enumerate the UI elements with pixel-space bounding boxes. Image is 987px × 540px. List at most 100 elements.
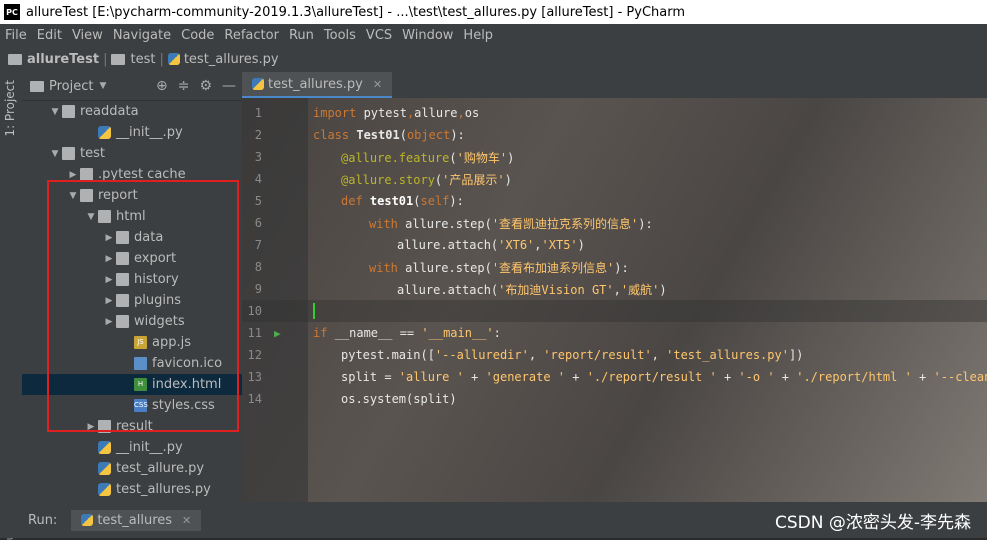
menu-run[interactable]: Run bbox=[284, 28, 319, 43]
code-text: allure.attach('XT6','XT5') bbox=[397, 238, 585, 252]
py-file-icon bbox=[98, 462, 111, 475]
line-number: 6 bbox=[254, 216, 262, 230]
code-line[interactable]: 5 def test01(self): bbox=[242, 190, 987, 212]
watermark: CSDN @浓密头发-李先森 bbox=[774, 513, 971, 533]
menu-vcs[interactable]: VCS bbox=[361, 28, 397, 43]
menu-bar: File Edit View Navigate Code Refactor Run Tools… bbox=[0, 24, 987, 46]
run-tab[interactable]: test_allures ✕ bbox=[71, 509, 202, 531]
run-label: Run: bbox=[28, 512, 58, 528]
code-text: os.system(split) bbox=[341, 392, 457, 406]
code-line[interactable]: 13 split = 'allure ' + 'generate ' + './r… bbox=[242, 366, 987, 388]
tree-item[interactable]: ▼ readdata bbox=[22, 101, 242, 122]
py-file-icon bbox=[98, 126, 111, 139]
tree-item-label: __init__.py bbox=[116, 125, 183, 140]
python-file-icon bbox=[252, 78, 264, 90]
menu-navigate[interactable]: Navigate bbox=[108, 28, 176, 43]
tree-item-label: __init__.py bbox=[116, 440, 183, 455]
gear-icon[interactable]: ⚙ bbox=[199, 78, 212, 94]
code-text: with allure.step('查看布加迪系列信息'): bbox=[369, 260, 629, 275]
breadcrumb-project[interactable]: allureTest bbox=[8, 52, 99, 67]
breadcrumb-test[interactable]: test bbox=[111, 52, 155, 67]
line-number: 1 bbox=[254, 106, 262, 120]
py-file-icon bbox=[98, 441, 111, 454]
line-number: 11 bbox=[247, 326, 262, 340]
folder-file-icon bbox=[62, 105, 75, 118]
run-icon[interactable]: ▶ bbox=[274, 327, 281, 340]
code-line[interactable]: 3 @allure.feature('购物车') bbox=[242, 146, 987, 168]
menu-edit[interactable]: Edit bbox=[32, 28, 67, 43]
code-text: allure.attach('布加迪Vision GT','威航') bbox=[397, 282, 667, 297]
breadcrumb: allureTest | test | test_allures.py bbox=[0, 46, 987, 73]
menu-help[interactable]: Help bbox=[458, 28, 498, 43]
line-number: 14 bbox=[247, 392, 262, 406]
line-number: 9 bbox=[254, 282, 262, 296]
code-text: class Test01(object): bbox=[313, 128, 465, 142]
pycharm-logo-icon: PC bbox=[4, 4, 20, 20]
chevron-down-icon[interactable]: ▼ bbox=[48, 107, 62, 117]
line-number: 5 bbox=[254, 194, 262, 208]
code-text: import pytest,allure,os bbox=[313, 106, 480, 120]
close-icon[interactable]: ✕ bbox=[182, 514, 191, 527]
code-line[interactable]: 10 bbox=[242, 300, 987, 322]
collapse-all-icon[interactable]: ≑ bbox=[178, 78, 190, 94]
tree-item-label: test_allures.py bbox=[116, 482, 211, 497]
code-area[interactable]: 1 import pytest,allure,os 2 class Test01(ob… bbox=[242, 102, 987, 410]
line-number: 12 bbox=[247, 348, 262, 362]
menu-view[interactable]: View bbox=[67, 28, 108, 43]
code-editor[interactable]: test_allures.py ✕ 1 import pytest,allure,… bbox=[242, 72, 987, 502]
code-line[interactable]: 2 class Test01(object): bbox=[242, 124, 987, 146]
tree-item-label: test bbox=[80, 146, 105, 161]
close-icon[interactable]: ✕ bbox=[373, 78, 382, 91]
project-tool-tab[interactable]: 1: Project bbox=[3, 80, 17, 137]
code-line[interactable]: 9 allure.attach('布加迪Vision GT','威航') bbox=[242, 278, 987, 300]
menu-code[interactable]: Code bbox=[176, 28, 219, 43]
left-tool-strip bbox=[0, 72, 23, 538]
tree-item-label: readdata bbox=[80, 104, 139, 119]
code-text: pytest.main(['--alluredir', 'report/resu… bbox=[341, 348, 804, 362]
hide-panel-icon[interactable]: — bbox=[222, 78, 236, 94]
code-text: @allure.story('产品展示') bbox=[341, 172, 512, 187]
menu-file[interactable]: File bbox=[0, 28, 32, 43]
code-line[interactable]: 12 pytest.main(['--alluredir', 'report/re… bbox=[242, 344, 987, 366]
scroll-from-source-icon[interactable]: ⊕ bbox=[156, 78, 168, 94]
code-text bbox=[313, 303, 315, 319]
menu-tools[interactable]: Tools bbox=[319, 28, 361, 43]
tree-item[interactable]: test_allures.py bbox=[22, 479, 242, 500]
tree-item[interactable]: __init__.py bbox=[22, 437, 242, 458]
window-title: allureTest [E:\pycharm-community-2019.1.… bbox=[26, 4, 686, 20]
code-line[interactable]: 4 @allure.story('产品展示') bbox=[242, 168, 987, 190]
breadcrumb-separator: | bbox=[159, 51, 164, 67]
folder-file-icon bbox=[62, 147, 75, 160]
chevron-down-icon[interactable]: ▼ bbox=[99, 81, 106, 91]
code-line[interactable]: 6 with allure.step('查看凯迪拉克系列的信息'): bbox=[242, 212, 987, 234]
code-line[interactable]: 7 allure.attach('XT6','XT5') bbox=[242, 234, 987, 256]
line-number: 8 bbox=[254, 260, 262, 274]
folder-icon bbox=[8, 53, 22, 65]
chevron-down-icon[interactable]: ▼ bbox=[48, 149, 62, 159]
code-line[interactable]: 1 import pytest,allure,os bbox=[242, 102, 987, 124]
project-view-icon bbox=[30, 80, 44, 92]
code-line[interactable]: 14 os.system(split) bbox=[242, 388, 987, 410]
breadcrumb-file[interactable]: test_allures.py bbox=[167, 52, 279, 67]
line-number: 10 bbox=[247, 304, 262, 318]
breadcrumb-separator: | bbox=[103, 51, 108, 67]
highlight-box bbox=[47, 180, 239, 432]
py-file-icon bbox=[98, 483, 111, 496]
chevron-right-icon[interactable]: ▶ bbox=[66, 170, 80, 180]
editor-tab[interactable]: test_allures.py ✕ bbox=[242, 72, 393, 98]
project-panel-header: Project ▼ ⊕ ≑ ⚙ — bbox=[22, 72, 242, 101]
tree-item-label: test_allure.py bbox=[116, 461, 205, 476]
python-file-icon bbox=[81, 514, 94, 526]
code-line[interactable]: 11 ▶ if __name__ == '__main__': bbox=[242, 322, 987, 344]
menu-window[interactable]: Window bbox=[397, 28, 458, 43]
tree-item[interactable]: test_allure.py bbox=[22, 458, 242, 479]
tree-item[interactable]: __init__.py bbox=[22, 122, 242, 143]
code-text: split = 'allure ' + 'generate ' + './rep… bbox=[341, 370, 987, 384]
code-text: @allure.feature('购物车') bbox=[341, 150, 515, 165]
menu-refactor[interactable]: Refactor bbox=[219, 28, 284, 43]
project-view-selector[interactable]: Project bbox=[49, 79, 93, 94]
tree-item[interactable]: ▼ test bbox=[22, 143, 242, 164]
code-text: def test01(self): bbox=[341, 194, 464, 208]
code-line[interactable]: 8 with allure.step('查看布加迪系列信息'): bbox=[242, 256, 987, 278]
line-number: 2 bbox=[254, 128, 262, 142]
